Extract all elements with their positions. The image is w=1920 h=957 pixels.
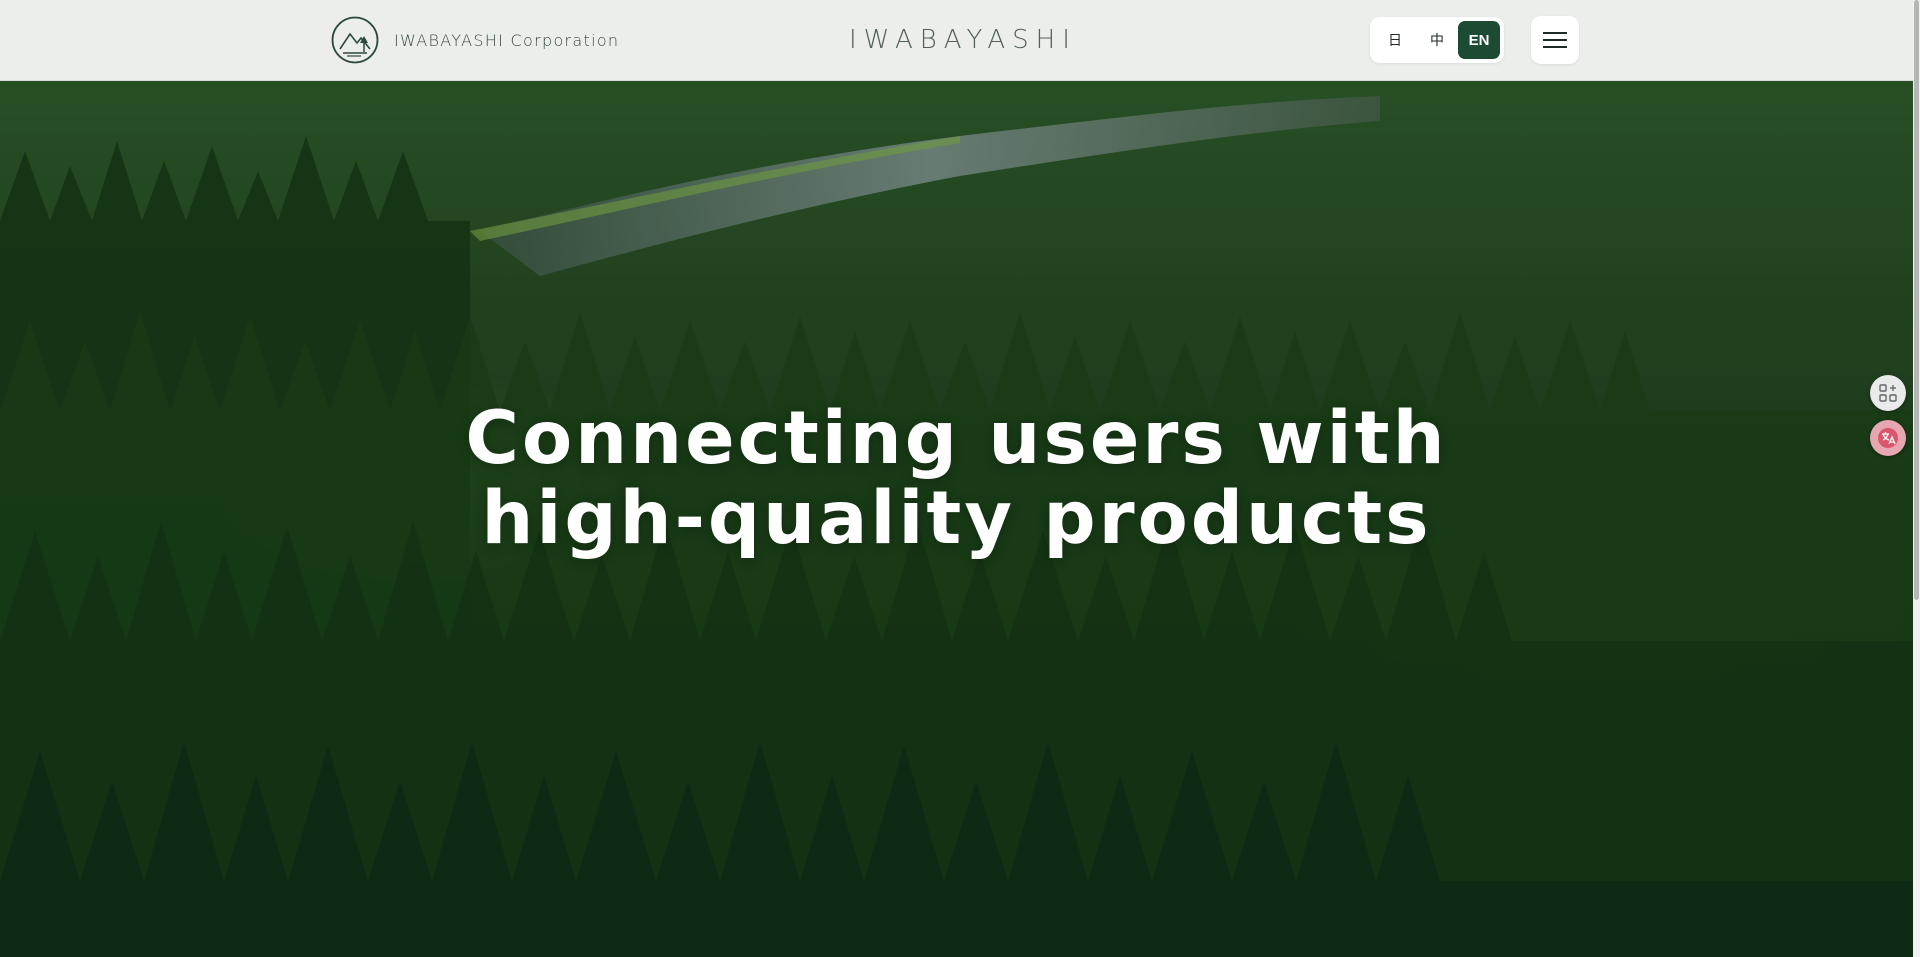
language-switcher: 日 中 EN xyxy=(1370,17,1504,63)
menu-button[interactable] xyxy=(1531,16,1579,64)
hero-headline-line-2: high-quality products xyxy=(481,476,1432,561)
translate-tool-button[interactable] xyxy=(1870,420,1906,456)
hero-headline-line-1: Connecting users with xyxy=(465,396,1448,481)
lang-button-chinese[interactable]: 中 xyxy=(1416,21,1458,59)
lang-button-english[interactable]: EN xyxy=(1458,21,1500,59)
site-header: IWABAYASHI Corporation IWABAYASHI 日 中 EN xyxy=(0,0,1913,81)
hero-section: Connecting users with high-quality produ… xyxy=(0,81,1913,957)
site-wordmark: IWABAYASHI xyxy=(849,25,1077,55)
apps-grid-icon xyxy=(1879,384,1897,402)
brand-link[interactable]: IWABAYASHI Corporation xyxy=(331,16,619,64)
mountain-tree-logo xyxy=(331,16,379,64)
lang-button-japanese[interactable]: 日 xyxy=(1374,21,1416,59)
translate-icon xyxy=(1878,428,1898,448)
page-scrollbar[interactable] xyxy=(1913,0,1920,957)
hamburger-menu-icon xyxy=(1543,32,1567,48)
apps-tool-button[interactable] xyxy=(1870,375,1906,411)
scrollbar-thumb[interactable] xyxy=(1914,0,1919,600)
hero-headline: Connecting users with high-quality produ… xyxy=(0,399,1913,559)
brand-name: IWABAYASHI Corporation xyxy=(394,30,620,50)
